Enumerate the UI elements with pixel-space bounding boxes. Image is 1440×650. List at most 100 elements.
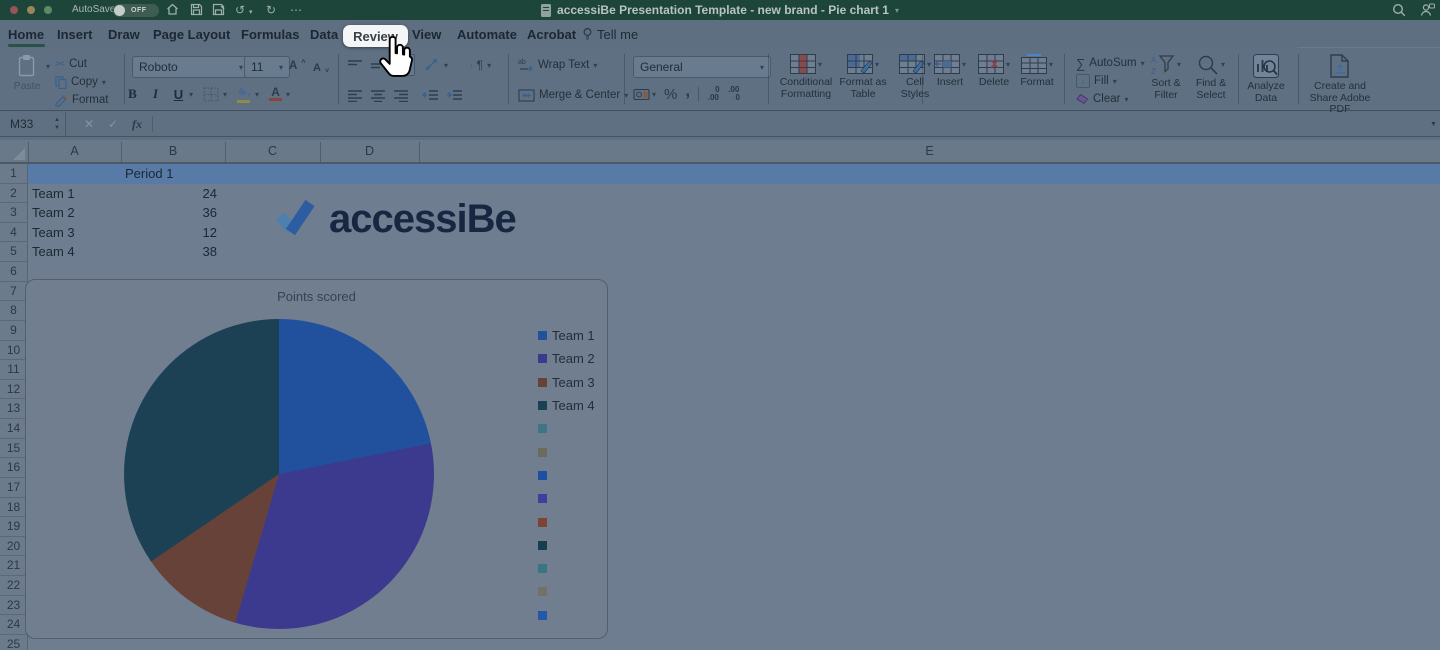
number-format-select[interactable]: General ▾	[633, 56, 771, 78]
tab-formulas[interactable]: Formulas	[241, 20, 300, 48]
increase-indent-icon[interactable]	[446, 89, 463, 102]
row-header-23[interactable]: 23	[0, 596, 27, 616]
row-header-18[interactable]: 18	[0, 498, 27, 518]
decrease-font-button[interactable]: A˅	[313, 60, 329, 76]
clear-button[interactable]: Clear ▾	[1076, 91, 1129, 107]
formula-bar-expand-icon[interactable]: ▼	[1430, 112, 1437, 136]
row-header-21[interactable]: 21	[0, 556, 27, 576]
row-header-8[interactable]: 8	[0, 301, 27, 321]
pie-chart-card[interactable]: Points scored Team 1Team 2Team 3Team 4	[25, 279, 608, 639]
percent-style-button[interactable]: %	[664, 86, 677, 103]
format-cells-button[interactable]: ▾ Format	[1016, 54, 1058, 89]
row-header-9[interactable]: 9	[0, 321, 27, 341]
row-header-24[interactable]: 24	[0, 615, 27, 635]
autosave-toggle[interactable]: OFF	[113, 4, 159, 17]
align-top-icon[interactable]	[347, 59, 363, 72]
cell-A4[interactable]: Team 3	[32, 223, 113, 243]
insert-cells-button[interactable]: ▾ Insert	[930, 54, 970, 89]
zoom-window-button[interactable]	[44, 6, 52, 14]
row-header-12[interactable]: 12	[0, 380, 27, 400]
worksheet-grid[interactable]: ABCDE 1234567891011121314151617181920212…	[0, 140, 1440, 650]
borders-icon[interactable]	[203, 87, 219, 102]
bold-button[interactable]: B	[126, 86, 139, 102]
tab-data[interactable]: Data	[310, 20, 338, 48]
minimize-window-button[interactable]	[27, 6, 35, 14]
row-header-3[interactable]: 3	[0, 203, 27, 223]
row-header-13[interactable]: 13	[0, 399, 27, 419]
row-header-2[interactable]: 2	[0, 184, 27, 204]
formula-input[interactable]	[160, 112, 1420, 136]
merge-center-button[interactable]: Merge & Center ▾	[518, 87, 628, 103]
tab-insert[interactable]: Insert	[57, 20, 92, 48]
fill-button[interactable]: ↓ Fill ▾	[1076, 73, 1117, 89]
redo-icon[interactable]: ↻	[266, 2, 276, 18]
font-size-select[interactable]: 11 ▾	[244, 56, 290, 78]
cell-B4[interactable]: 12	[125, 223, 217, 243]
orientation-button[interactable]: ▾	[424, 57, 448, 73]
paste-button[interactable]: Paste	[8, 54, 46, 93]
row-header-20[interactable]: 20	[0, 537, 27, 557]
row-header-17[interactable]: 17	[0, 478, 27, 498]
row-header-14[interactable]: 14	[0, 419, 27, 439]
row-header-11[interactable]: 11	[0, 360, 27, 380]
cell-B2[interactable]: 24	[125, 184, 217, 204]
row-header-15[interactable]: 15	[0, 439, 27, 459]
align-right-icon[interactable]	[393, 89, 409, 102]
undo-icon[interactable]: ↺	[235, 2, 245, 18]
font-color-button[interactable]: A	[269, 87, 282, 101]
insert-function-button[interactable]: fx	[132, 112, 142, 136]
undo-chevron-icon[interactable]: ▾	[249, 5, 253, 21]
tab-page-layout[interactable]: Page Layout	[153, 20, 230, 48]
decrease-decimal-button[interactable]: .00→0	[728, 86, 740, 103]
cancel-entry-button[interactable]: ✕	[84, 112, 94, 136]
decrease-indent-icon[interactable]	[422, 89, 439, 102]
conditional-formatting-button[interactable]: ▾ Conditional Formatting	[774, 54, 838, 100]
tab-acrobat[interactable]: Acrobat	[527, 20, 576, 48]
underline-chevron-icon[interactable]: ▾	[189, 90, 193, 99]
save-as-icon[interactable]	[212, 3, 226, 20]
cell-A3[interactable]: Team 2	[32, 203, 113, 223]
title-chevron-icon[interactable]: ▾	[895, 6, 899, 15]
cell-B5[interactable]: 38	[125, 242, 217, 262]
row-header-7[interactable]: 7	[0, 282, 27, 302]
column-header-B[interactable]: B	[121, 140, 225, 162]
adobe-pdf-button[interactable]: Create and Share Adobe PDF	[1302, 54, 1378, 116]
close-window-button[interactable]	[10, 6, 18, 14]
fill-color-button[interactable]	[237, 86, 251, 103]
column-header-A[interactable]: A	[28, 140, 121, 162]
cell-A5[interactable]: Team 4	[32, 242, 113, 262]
search-icon[interactable]	[1392, 3, 1406, 21]
row-header-22[interactable]: 22	[0, 576, 27, 596]
pie-chart[interactable]	[124, 319, 434, 629]
increase-decimal-button[interactable]: ←0.00	[707, 86, 719, 103]
more-commands-icon[interactable]: ⋯	[290, 2, 302, 18]
cell-B1[interactable]: Period 1	[125, 164, 217, 184]
cut-button[interactable]: ✂ Cut	[55, 56, 87, 72]
italic-button[interactable]: I	[149, 86, 162, 102]
name-box-stepper[interactable]: ▲ ▼	[54, 116, 60, 132]
column-header-E[interactable]: E	[419, 140, 1440, 162]
cell-B3[interactable]: 36	[125, 203, 217, 223]
paste-chevron-icon[interactable]: ▾	[46, 62, 50, 71]
tab-automate[interactable]: Automate	[457, 20, 517, 48]
font-name-select[interactable]: Roboto ▾	[132, 56, 250, 78]
row-header-19[interactable]: 19	[0, 517, 27, 537]
tab-draw[interactable]: Draw	[108, 20, 140, 48]
accounting-format-button[interactable]: ▾	[633, 88, 656, 101]
copy-chevron-icon[interactable]: ▾	[102, 78, 106, 87]
increase-font-button[interactable]: A˄	[289, 58, 305, 74]
copy-button[interactable]: Copy ▾	[55, 74, 106, 90]
text-direction-button[interactable]: › ¶ ▾	[470, 57, 491, 73]
row-header-25[interactable]: 25	[0, 635, 27, 650]
sort-filter-button[interactable]: AZ ▾ Sort & Filter	[1144, 54, 1188, 101]
align-left-icon[interactable]	[347, 89, 363, 102]
font-color-chevron-icon[interactable]: ▾	[286, 90, 290, 99]
row-header-10[interactable]: 10	[0, 341, 27, 361]
comma-style-button[interactable]: ,	[685, 87, 690, 95]
home-icon[interactable]	[166, 3, 179, 20]
row-header-1[interactable]: 1	[0, 164, 27, 184]
fill-color-chevron-icon[interactable]: ▾	[255, 90, 259, 99]
align-center-icon[interactable]	[370, 89, 386, 102]
borders-chevron-icon[interactable]: ▾	[223, 90, 227, 99]
row-header-4[interactable]: 4	[0, 223, 27, 243]
